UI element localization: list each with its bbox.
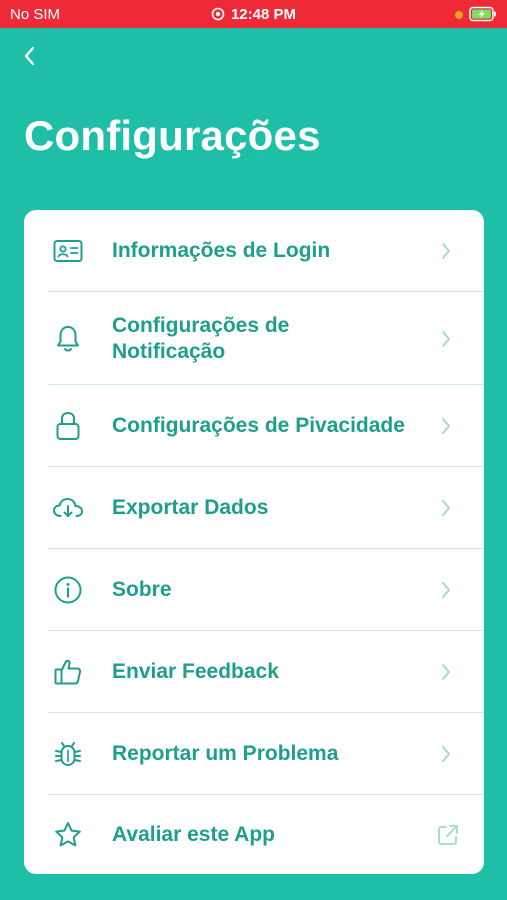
menu-item-about[interactable]: Sobre (24, 549, 484, 631)
alarm-icon (211, 7, 225, 25)
chevron-right-icon (436, 580, 456, 600)
menu-item-label: Reportar um Problema (112, 742, 339, 765)
chevron-left-icon (22, 46, 38, 71)
status-time: 12:48 PM (230, 6, 297, 23)
chevron-right-icon (436, 498, 456, 518)
settings-card: Informações de Login Configurações de No… (24, 210, 484, 874)
status-bar: No SIM 12:48 PM (0, 0, 507, 28)
chevron-right-icon (436, 241, 456, 261)
id-card-icon (52, 235, 84, 267)
lock-icon (52, 410, 84, 442)
menu-item-privacy-settings[interactable]: Configurações de Pivacidade (24, 385, 484, 467)
menu-item-label: Informações de Login (112, 239, 331, 262)
menu-item-export-data[interactable]: Exportar Dados (24, 467, 484, 549)
back-button[interactable] (14, 42, 46, 74)
bell-icon (52, 323, 84, 355)
menu-item-rate-app[interactable]: Avaliar este App (24, 795, 484, 874)
battery-charging-icon (469, 6, 497, 26)
chevron-right-icon (436, 416, 456, 436)
menu-item-label: Sobre (112, 578, 172, 601)
page-title: Configurações (24, 112, 321, 159)
menu-item-label: Configurações de Pivacidade (112, 414, 405, 437)
external-link-icon (436, 823, 460, 847)
menu-item-login-info[interactable]: Informações de Login (24, 210, 484, 292)
menu-item-label: Exportar Dados (112, 496, 269, 519)
cloud-download-icon (52, 492, 84, 524)
menu-item-report-problem[interactable]: Reportar um Problema (24, 713, 484, 795)
menu-item-label: Enviar Feedback (112, 660, 279, 683)
status-dot (455, 11, 463, 19)
chevron-right-icon (436, 744, 456, 764)
status-clock: 12:48 PM (0, 6, 507, 25)
menu-item-send-feedback[interactable]: Enviar Feedback (24, 631, 484, 713)
bug-icon (52, 738, 84, 770)
thumbs-up-icon (52, 656, 84, 688)
info-icon (52, 574, 84, 606)
menu-item-label: Avaliar este App (112, 822, 276, 846)
menu-item-notification-settings[interactable]: Configurações de Notificação (24, 292, 484, 385)
menu-item-label: Configurações de Notificação (112, 313, 290, 363)
chevron-right-icon (436, 329, 456, 349)
chevron-right-icon (436, 662, 456, 682)
star-icon (52, 819, 84, 851)
